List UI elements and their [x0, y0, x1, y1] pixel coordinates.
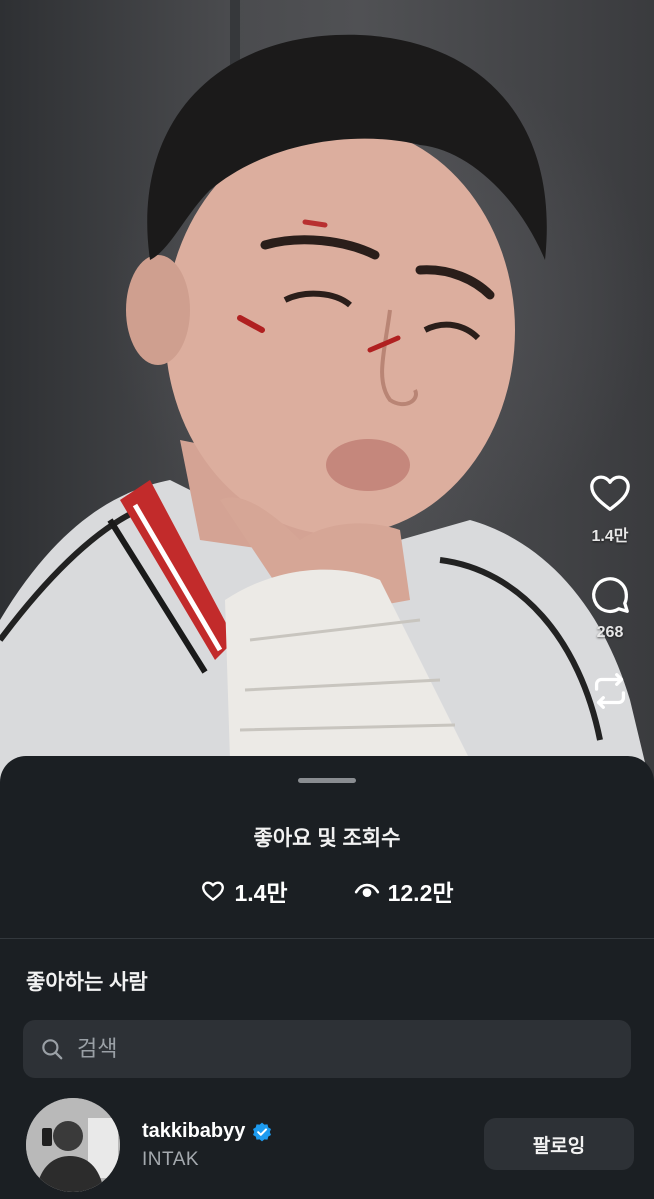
divider — [0, 938, 654, 939]
verified-badge-icon — [251, 1121, 273, 1143]
username-line: takkibabyy — [142, 1120, 273, 1143]
user-info: takkibabyy INTAK — [142, 1120, 273, 1171]
views-value: 12.2만 — [387, 880, 454, 906]
heart-icon — [202, 881, 225, 901]
search-field[interactable] — [23, 1020, 631, 1078]
display-name: INTAK — [142, 1149, 200, 1170]
likers-section-title: 좋아하는 사람 — [26, 971, 148, 994]
comment-button[interactable]: 268 — [580, 572, 640, 642]
sheet-grabber[interactable] — [298, 778, 356, 783]
avatar-image — [26, 1098, 120, 1192]
liker-row[interactable]: takkibabyy INTAK 팔로잉 — [26, 1098, 634, 1192]
search-input[interactable] — [75, 1035, 599, 1063]
comment-count: 268 — [596, 624, 624, 641]
likes-value: 1.4만 — [234, 880, 288, 906]
sheet-title: 좋아요 및 조회수 — [253, 827, 401, 850]
post-photo[interactable] — [0, 0, 654, 800]
comment-icon — [592, 577, 629, 614]
action-rail: 1.4만 268 — [580, 470, 640, 740]
username[interactable]: takkibabyy — [142, 1120, 245, 1143]
avatar[interactable] — [26, 1098, 120, 1192]
likes-views-sheet: 좋아요 및 조회수 1.4만 12.2만 좋아하는 사람 검색 takkibab… — [0, 756, 654, 1199]
like-count: 1.4만 — [591, 528, 629, 545]
eye-icon — [354, 883, 379, 897]
likes-stat: 1.4만 — [200, 874, 288, 908]
repost-icon — [594, 673, 626, 709]
stats-row: 1.4만 12.2만 — [0, 874, 654, 908]
search-icon — [42, 1039, 63, 1060]
repost-button[interactable] — [580, 668, 640, 714]
views-stat: 12.2만 — [354, 874, 454, 908]
heart-icon — [590, 475, 630, 511]
following-button[interactable]: 팔로잉 — [484, 1118, 634, 1170]
like-button[interactable]: 1.4만 — [580, 470, 640, 546]
photo-illustration — [0, 0, 654, 800]
